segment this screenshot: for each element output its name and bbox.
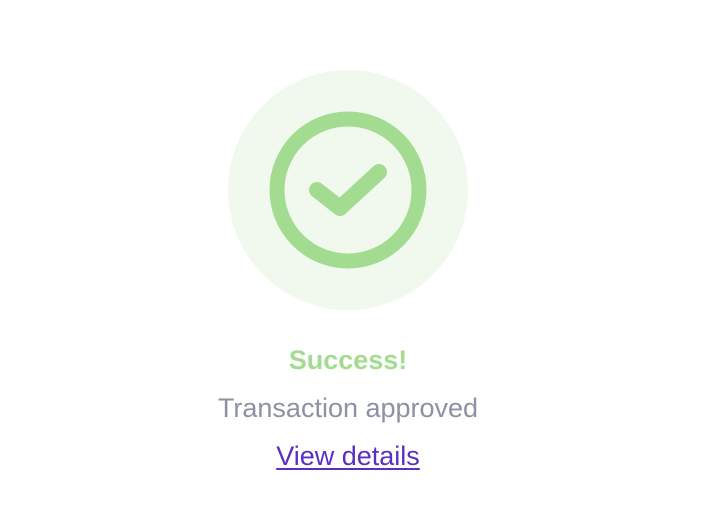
details-link-row: View details <box>0 438 696 474</box>
status-message: Transaction approved <box>217 393 479 423</box>
success-panel: Success! Transaction approved View detai… <box>0 0 706 512</box>
success-badge <box>228 70 468 310</box>
view-details-link[interactable]: View details <box>276 441 420 471</box>
check-circle-icon <box>228 70 468 310</box>
status-title: Success! <box>288 345 408 375</box>
